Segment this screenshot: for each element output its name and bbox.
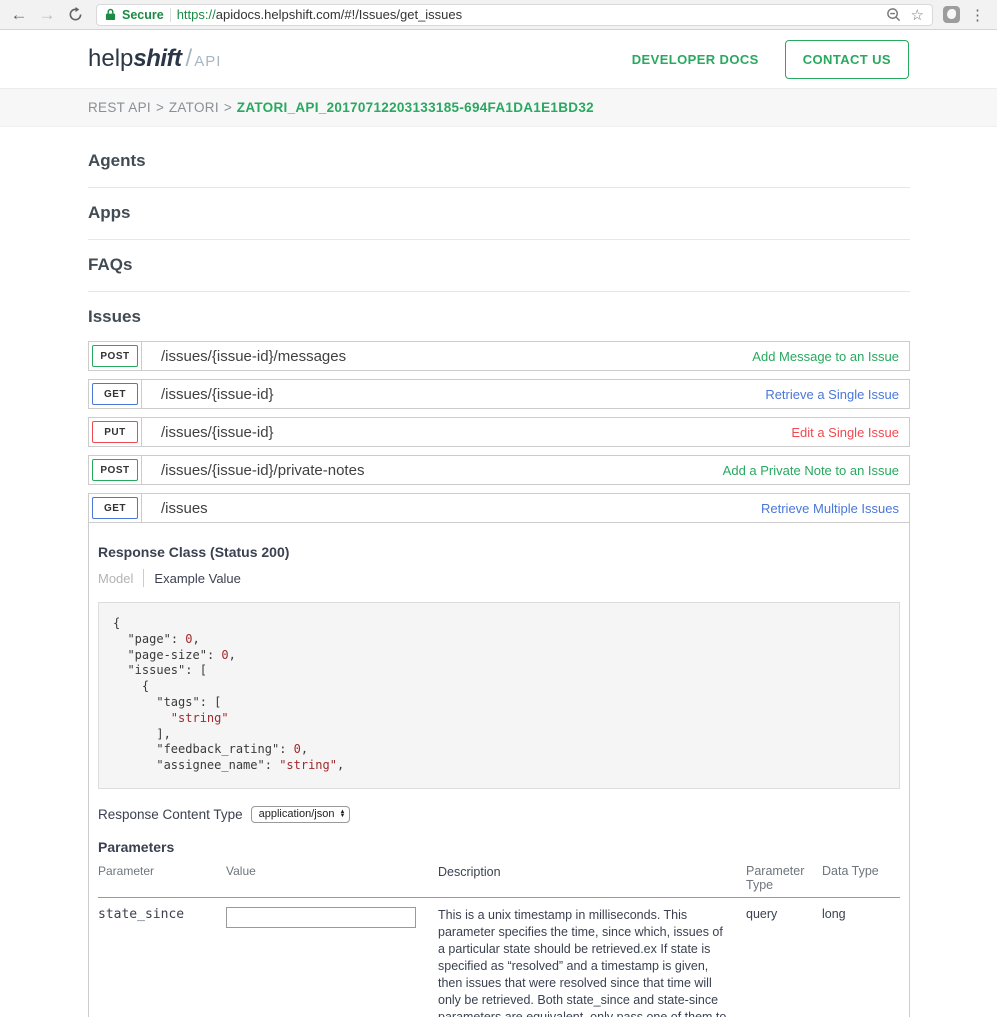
parameters-table-body: state_since ▲▼ This is a unix timestamp …: [98, 898, 900, 1017]
endpoint-list: POST /issues/{issue-id}/messages Add Mes…: [88, 341, 910, 523]
zoom-out-icon[interactable]: [886, 7, 901, 22]
endpoint-path[interactable]: /issues: [161, 500, 208, 517]
http-method-badge: PUT: [92, 421, 138, 443]
secure-label: Secure: [122, 8, 164, 22]
endpoint-action-link[interactable]: Add a Private Note to an Issue: [723, 463, 899, 478]
example-json-code-block[interactable]: { "page": 0, "page-size": 0, "issues": […: [98, 602, 900, 789]
tab-separator: [143, 569, 144, 587]
logo-shift: shift: [133, 45, 181, 73]
lock-icon: [105, 8, 116, 21]
response-tabs: Model Example Value: [98, 569, 900, 587]
site-header: helpshift/API DEVELOPER DOCS CONTACT US: [0, 30, 997, 89]
forward-icon[interactable]: →: [36, 4, 58, 26]
response-content-type-row: Response Content Type application/json ▲…: [98, 806, 900, 823]
endpoint-row: GET /issues/{issue-id} Retrieve a Single…: [88, 379, 910, 409]
breadcrumb: REST API > ZATORI > ZATORI_API_201707122…: [0, 89, 997, 127]
parameters-table-header: Parameter Value Description Parameter Ty…: [98, 864, 900, 898]
response-content-type-label: Response Content Type: [98, 807, 243, 822]
breadcrumb-separator: >: [156, 100, 164, 115]
url-text[interactable]: https://apidocs.helpshift.com/#!/Issues/…: [177, 7, 880, 22]
endpoint-action-link[interactable]: Retrieve a Single Issue: [765, 387, 899, 402]
browser-menu-icon[interactable]: ⋮: [966, 6, 989, 24]
endpoint-row: PUT /issues/{issue-id} Edit a Single Iss…: [88, 417, 910, 447]
breadcrumb-current: ZATORI_API_20170712203133185-694FA1DA1E1…: [237, 100, 594, 115]
endpoint-path[interactable]: /issues/{issue-id}/private-notes: [161, 462, 364, 479]
section-row[interactable]: Agents: [88, 151, 910, 188]
select-arrows-icon: ▲▼: [339, 810, 345, 819]
endpoint-path[interactable]: /issues/{issue-id}: [161, 424, 274, 441]
refresh-glyph: [68, 7, 83, 22]
col-description: Description: [438, 864, 746, 892]
endpoint-path[interactable]: /issues/{issue-id}: [161, 386, 274, 403]
breadcrumb-zatori[interactable]: ZATORI: [169, 100, 219, 115]
badge-divider: [141, 494, 142, 522]
http-method-badge: GET: [92, 497, 138, 519]
col-value: Value: [226, 864, 438, 892]
breadcrumb-separator: >: [224, 100, 232, 115]
parameter-name: state_since: [98, 907, 226, 1017]
extension-icon[interactable]: [943, 6, 960, 23]
section-row[interactable]: Apps: [88, 203, 910, 240]
response-content-type-value: application/json: [259, 808, 335, 820]
endpoint-action-link[interactable]: Add Message to an Issue: [752, 349, 899, 364]
logo-api: API: [194, 53, 221, 70]
badge-divider: [141, 342, 142, 370]
section-issues-title[interactable]: Issues: [88, 307, 910, 327]
logo-help: help: [88, 45, 133, 73]
http-method-badge: POST: [92, 345, 138, 367]
parameters-table: Parameter Value Description Parameter Ty…: [98, 864, 900, 1017]
endpoint-action-link[interactable]: Edit a Single Issue: [791, 425, 899, 440]
parameter-type: query: [746, 907, 822, 1017]
breadcrumb-rest-api[interactable]: REST API: [88, 100, 151, 115]
col-parameter-type: Parameter Type: [746, 864, 822, 892]
tab-example-value[interactable]: Example Value: [154, 571, 240, 586]
endpoint-action-link[interactable]: Retrieve Multiple Issues: [761, 501, 899, 516]
col-parameter: Parameter: [98, 864, 226, 892]
section-row[interactable]: FAQs: [88, 255, 910, 292]
logo-slash: /: [186, 45, 193, 73]
endpoint-row: GET /issues Retrieve Multiple Issues: [88, 493, 910, 523]
http-method-badge: POST: [92, 459, 138, 481]
contact-us-button[interactable]: CONTACT US: [785, 40, 909, 79]
address-bar[interactable]: Secure https://apidocs.helpshift.com/#!/…: [96, 4, 933, 26]
badge-divider: [141, 418, 142, 446]
helpshift-logo[interactable]: helpshift/API: [88, 45, 221, 73]
url-rest: apidocs.helpshift.com/#!/Issues/get_issu…: [216, 7, 462, 22]
back-icon[interactable]: ←: [8, 4, 30, 26]
main-content: Agents Apps FAQs Issues POST /issues/{is…: [0, 127, 997, 1017]
section-title: Agents: [88, 151, 910, 171]
refresh-icon[interactable]: [64, 4, 86, 26]
response-content-type-select[interactable]: application/json ▲▼: [251, 806, 351, 823]
collapsed-sections: Agents Apps FAQs: [88, 151, 910, 292]
url-separator: [170, 8, 171, 22]
endpoint-row: POST /issues/{issue-id}/messages Add Mes…: [88, 341, 910, 371]
bookmark-star-icon[interactable]: ☆: [911, 6, 924, 24]
parameter-row: state_since ▲▼ This is a unix timestamp …: [98, 898, 900, 1017]
section-title: Apps: [88, 203, 910, 223]
http-method-badge: GET: [92, 383, 138, 405]
browser-toolbar: ← → Secure https://apidocs.helpshift.com…: [0, 0, 997, 30]
developer-docs-link[interactable]: DEVELOPER DOCS: [632, 52, 759, 67]
badge-divider: [141, 456, 142, 484]
parameter-data-type: long: [822, 907, 900, 1017]
endpoint-path[interactable]: /issues/{issue-id}/messages: [161, 348, 346, 365]
section-title: FAQs: [88, 255, 910, 275]
response-class-title: Response Class (Status 200): [98, 544, 900, 560]
parameter-description: This is a unix timestamp in milliseconds…: [438, 907, 746, 1017]
url-scheme: https://: [177, 7, 216, 22]
tab-model[interactable]: Model: [98, 571, 133, 586]
parameter-value-cell: ▲▼: [226, 907, 438, 1017]
get-issues-detail-panel: Response Class (Status 200) Model Exampl…: [88, 523, 910, 1017]
badge-divider: [141, 380, 142, 408]
parameters-title: Parameters: [98, 839, 900, 855]
parameter-value-input[interactable]: [226, 907, 416, 928]
col-data-type: Data Type: [822, 864, 900, 892]
endpoint-row: POST /issues/{issue-id}/private-notes Ad…: [88, 455, 910, 485]
